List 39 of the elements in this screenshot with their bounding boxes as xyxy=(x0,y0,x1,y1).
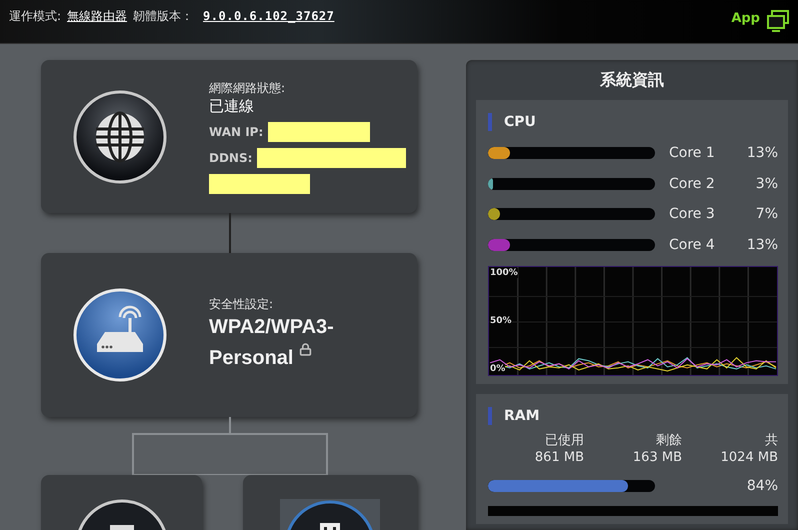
ram-value: 163 MB xyxy=(632,449,682,466)
ram-value: 1024 MB xyxy=(720,449,778,466)
ddns-label: DDNS: xyxy=(209,150,252,166)
monitor-icon[interactable] xyxy=(766,10,790,32)
router-icon xyxy=(73,288,167,382)
core-percent: 13% xyxy=(746,145,778,162)
wan-ip-label: WAN IP: xyxy=(209,124,264,140)
firmware-link[interactable]: 9.0.0.6.102_37627 xyxy=(203,8,334,24)
firmware-label: 韌體版本： xyxy=(133,8,194,24)
axis-tick-label: 100% xyxy=(490,268,518,278)
core-name: Core 1 xyxy=(669,145,716,162)
ram-title: RAM xyxy=(504,408,540,424)
core-percent: 7% xyxy=(754,206,778,222)
panel-title: 系統資訊 xyxy=(599,68,665,90)
ram-label: 已使用 xyxy=(544,432,584,449)
status-label: 網際網路狀態: xyxy=(209,80,286,96)
core-name: Core 4 xyxy=(669,236,716,253)
globe-icon xyxy=(73,90,167,184)
cpu-title: CPU xyxy=(504,114,536,130)
wireless-card[interactable]: 安全性設定: WPA2/WPA3-Personal xyxy=(41,253,417,417)
axis-tick-label: 0% xyxy=(490,364,506,374)
mode-link[interactable]: 無線路由器 xyxy=(67,8,128,24)
axis-tick-label: 50% xyxy=(490,316,512,326)
status-value: 已連線 xyxy=(209,96,255,116)
security-label: 安全性設定: xyxy=(209,296,274,312)
ram-label: 共 xyxy=(764,432,778,449)
title-marker xyxy=(488,113,492,131)
core-name: Core 2 xyxy=(669,176,716,192)
mode-label: 運作模式: xyxy=(9,8,62,24)
core-name: Core 3 xyxy=(669,206,716,222)
core-percent: 13% xyxy=(746,236,778,253)
app-link[interactable]: App xyxy=(731,11,760,27)
security-value: WPA2/WPA3-Personal xyxy=(209,315,335,371)
ram-label: 剩餘 xyxy=(655,432,682,449)
internet-status-card[interactable]: 網際網路狀態: 已連線 WAN IP: DDNS: xyxy=(41,60,417,213)
title-marker xyxy=(488,407,492,425)
ram-percent: 84% xyxy=(746,478,778,494)
ram-value: 861 MB xyxy=(534,449,584,466)
core-percent: 3% xyxy=(754,176,778,192)
